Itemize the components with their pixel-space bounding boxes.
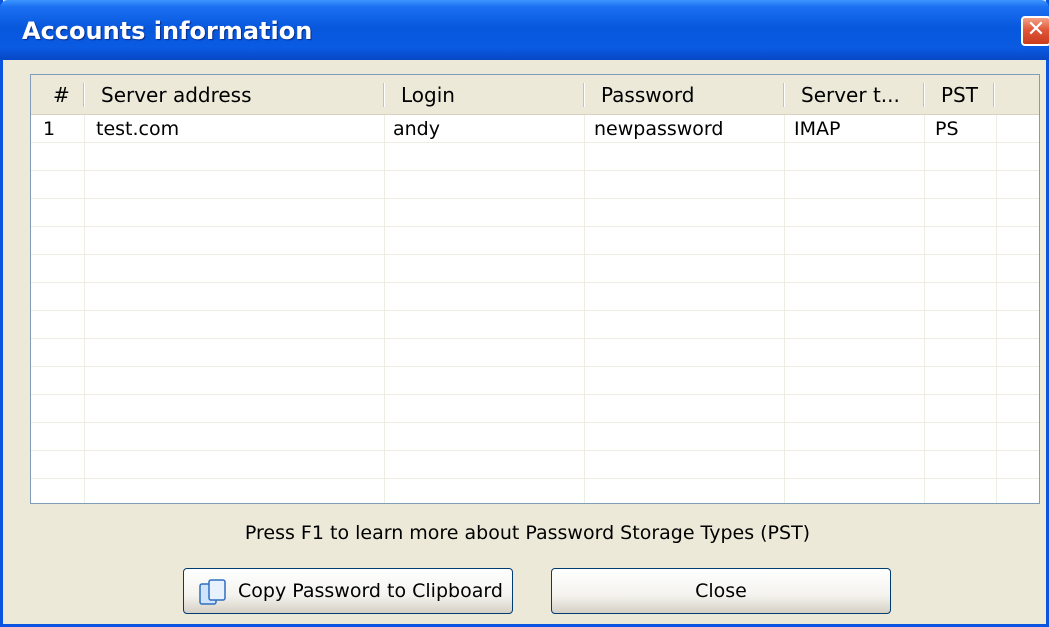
- empty-row: [31, 367, 1039, 395]
- close-button-label: Close: [695, 580, 747, 602]
- column-header-server-address[interactable]: Server address: [85, 75, 381, 115]
- title-bar[interactable]: Accounts information: [0, 0, 1049, 60]
- window-close-button[interactable]: ✕: [1021, 16, 1049, 46]
- empty-row: [31, 339, 1039, 367]
- empty-row: [31, 143, 1039, 171]
- column-header-pst[interactable]: PST: [925, 75, 991, 115]
- empty-row: [31, 227, 1039, 255]
- cell-server-type: IMAP: [794, 118, 841, 140]
- accounts-window: Accounts information ✕ # Server address …: [0, 0, 1049, 627]
- empty-row: [31, 311, 1039, 339]
- pst-hint-text: Press F1 to learn more about Password St…: [244, 522, 811, 544]
- cell-pst: PS: [935, 118, 959, 140]
- window-title: Accounts information: [22, 17, 313, 45]
- close-icon: ✕: [1026, 17, 1046, 42]
- empty-row: [31, 283, 1039, 311]
- column-header-number[interactable]: #: [39, 75, 85, 115]
- empty-row: [31, 199, 1039, 227]
- close-button[interactable]: Close: [551, 568, 891, 614]
- copy-password-button[interactable]: Copy Password to Clipboard: [183, 568, 513, 614]
- table-row[interactable]: 1 test.com andy newpassword IMAP PS: [31, 115, 1039, 143]
- table-header: # Server address Login Password Server t…: [31, 75, 1039, 115]
- empty-row: [31, 395, 1039, 423]
- cell-password: newpassword: [594, 118, 724, 140]
- cell-server-address: test.com: [96, 118, 180, 140]
- column-divider[interactable]: [993, 83, 995, 107]
- column-header-password[interactable]: Password: [585, 75, 781, 115]
- column-header-login[interactable]: Login: [385, 75, 581, 115]
- column-header-server-type[interactable]: Server t...: [785, 75, 921, 115]
- empty-row: [31, 423, 1039, 451]
- cell-login: andy: [393, 118, 440, 140]
- cell-number: 1: [43, 118, 56, 140]
- empty-row: [31, 171, 1039, 199]
- copy-icon: [199, 579, 226, 605]
- accounts-table[interactable]: # Server address Login Password Server t…: [30, 74, 1040, 504]
- empty-row: [31, 451, 1039, 479]
- empty-row: [31, 255, 1039, 283]
- copy-password-label: Copy Password to Clipboard: [238, 580, 503, 602]
- empty-row: [31, 479, 1039, 503]
